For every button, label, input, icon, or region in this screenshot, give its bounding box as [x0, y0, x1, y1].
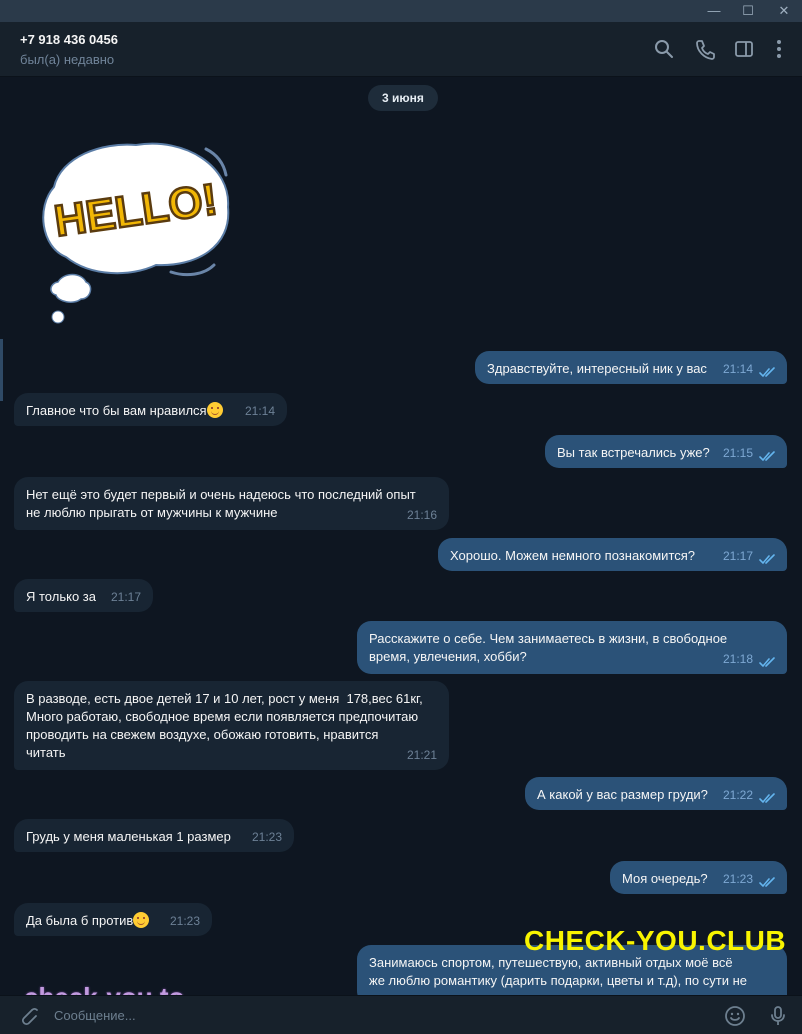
incoming-message[interactable]: Я только за 21:17: [14, 579, 153, 612]
incoming-message[interactable]: Нет ещё это будет первый и очень надеюсь…: [14, 477, 449, 530]
read-ticks-icon: [759, 554, 775, 565]
date-separator: 3 июня: [368, 85, 438, 111]
outgoing-message[interactable]: Здравствуйте, интересный ник у вас 21:14: [475, 351, 787, 384]
message-time: 21:14: [722, 362, 753, 376]
minimize-button[interactable]: —: [696, 0, 732, 22]
read-ticks-icon: [759, 367, 775, 378]
message-text: Главное что бы вам нравился: [26, 403, 207, 418]
message-text: Хорошо. Можем немного познакомится?: [450, 548, 696, 563]
message-time: 21:16: [406, 508, 437, 522]
outgoing-message[interactable]: Моя очередь? 21:23: [610, 861, 787, 894]
outgoing-message[interactable]: Расскажите о себе. Чем занимаетесь в жиз…: [357, 621, 787, 674]
close-button[interactable]: ✕: [766, 0, 802, 22]
message-text: Расскажите о себе. Чем занимаетесь в жиз…: [369, 631, 728, 664]
search-icon[interactable]: [653, 38, 675, 60]
read-ticks-icon: [759, 793, 775, 804]
maximize-button[interactable]: ☐: [730, 0, 766, 22]
incoming-message[interactable]: В разводе, есть двое детей 17 и 10 лет, …: [14, 681, 449, 770]
contact-name[interactable]: +7 918 436 0456: [20, 32, 118, 47]
sidebar-toggle-icon[interactable]: [733, 38, 755, 60]
watermark-top: CHECK-YOU.CLUB: [524, 925, 787, 956]
incoming-message[interactable]: Главное что бы вам нравился 21:14: [14, 393, 287, 426]
outgoing-message[interactable]: Хорошо. Можем немного познакомится? 21:17: [438, 538, 787, 571]
message-time: 21:23: [251, 830, 282, 844]
message-time: 21:23: [722, 872, 753, 886]
microphone-icon[interactable]: [766, 1004, 790, 1028]
smile-emoji-icon: [206, 402, 223, 418]
message-text: Занимаюсь спортом, путешествую, активный…: [369, 955, 747, 988]
read-ticks-icon: [759, 657, 775, 668]
read-ticks-icon: [759, 877, 775, 888]
message-time: 21:15: [722, 446, 753, 460]
message-text: А какой у вас размер груди?: [537, 787, 708, 802]
message-input[interactable]: Сообщение...: [54, 1008, 136, 1023]
read-ticks-icon: [759, 451, 775, 462]
contact-status: был(а) недавно: [20, 52, 115, 67]
message-list[interactable]: 3 июня HELLO! Здравствуйте, интересный н…: [0, 77, 802, 995]
window-titlebar: — ☐ ✕: [0, 0, 802, 22]
hello-sticker[interactable]: HELLO!: [36, 137, 236, 327]
message-text: Вы так встречались уже?: [557, 445, 710, 460]
outgoing-message[interactable]: Вы так встречались уже? 21:15: [545, 435, 787, 468]
message-time: 21:17: [722, 549, 753, 563]
message-time: 21:14: [244, 404, 275, 418]
message-time: 21:17: [110, 590, 141, 604]
message-time: 21:18: [722, 652, 753, 666]
smile-emoji-icon: [133, 912, 150, 928]
message-text: Я только за: [26, 589, 96, 604]
chat-header: +7 918 436 0456 был(а) недавно: [0, 22, 802, 77]
message-time: 21:21: [406, 748, 437, 762]
side-accent: [0, 339, 3, 401]
message-text: Моя очередь?: [622, 871, 708, 886]
message-time: 21:22: [722, 788, 753, 802]
emoji-icon[interactable]: [723, 1004, 747, 1028]
message-time: 21:23: [169, 914, 200, 928]
message-text: Здравствуйте, интересный ник у вас: [487, 361, 707, 376]
incoming-message[interactable]: Да была б против 21:23: [14, 903, 212, 936]
more-icon[interactable]: [768, 38, 790, 60]
message-text: Нет ещё это будет первый и очень надеюсь…: [26, 487, 416, 520]
phone-icon[interactable]: [694, 38, 716, 60]
incoming-message[interactable]: Грудь у меня маленькая 1 размер 21:23: [14, 819, 294, 852]
attach-icon[interactable]: [16, 1004, 40, 1028]
message-text: В разводе, есть двое детей 17 и 10 лет, …: [26, 691, 423, 760]
outgoing-message[interactable]: А какой у вас размер груди? 21:22: [525, 777, 787, 810]
message-text: Да была б против: [26, 913, 134, 928]
message-text: Грудь у меня маленькая 1 размер: [26, 829, 231, 844]
message-composer: Сообщение...: [0, 995, 802, 1034]
